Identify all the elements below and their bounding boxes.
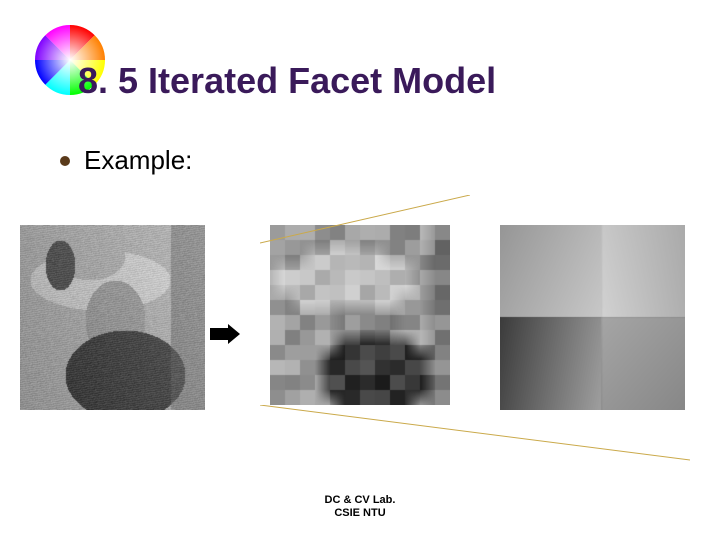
example-images-row <box>20 225 700 415</box>
example-image-original <box>20 225 205 410</box>
slide-title: 8. 5 Iterated Facet Model <box>78 60 496 102</box>
arrow-right-icon <box>210 320 240 351</box>
example-image-facet-coarse <box>500 225 685 410</box>
example-image-facet-medium <box>270 225 450 405</box>
footer-lab: DC & CV Lab. <box>0 494 720 507</box>
footer-dept: CSIE NTU <box>0 507 720 520</box>
bullet-dot-icon <box>60 156 70 166</box>
footer: DC & CV Lab. CSIE NTU <box>0 494 720 520</box>
bullet-item: Example: <box>60 145 192 176</box>
bullet-text: Example: <box>84 145 192 176</box>
